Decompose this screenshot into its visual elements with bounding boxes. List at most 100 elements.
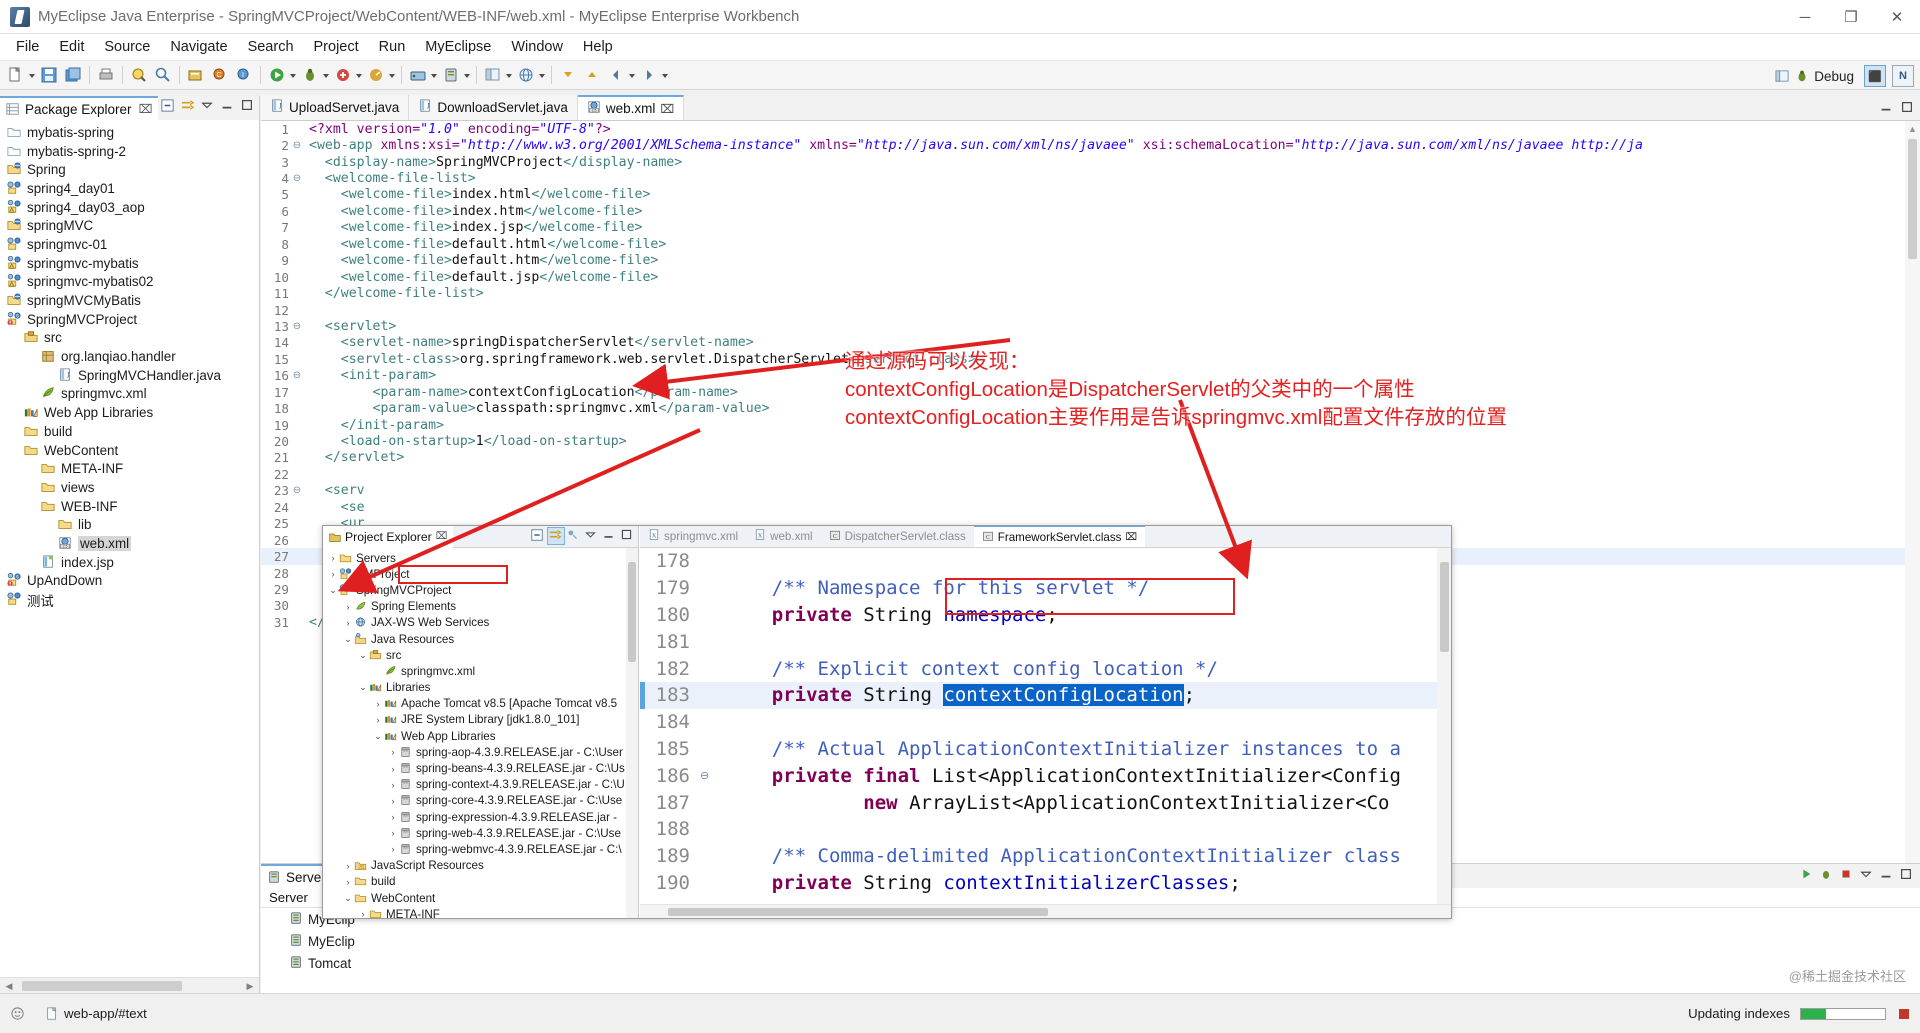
new-java-package-icon[interactable] xyxy=(185,64,207,86)
menu-file[interactable]: File xyxy=(6,36,49,58)
inner-tree-item-web-app-libraries[interactable]: ⌄ Web App Libraries xyxy=(323,728,626,744)
open-type-icon[interactable] xyxy=(128,64,150,86)
minimize-icon[interactable] xyxy=(1879,867,1896,884)
expand-arrow-icon[interactable]: › xyxy=(342,618,354,628)
focus-on-active-task-icon[interactable] xyxy=(566,528,582,544)
expand-arrow-icon[interactable]: › xyxy=(387,747,399,757)
browser-dropdown-icon[interactable] xyxy=(538,64,547,86)
expand-arrow-icon[interactable]: › xyxy=(342,602,354,612)
maximize-icon[interactable] xyxy=(1900,100,1917,117)
maximize-icon[interactable] xyxy=(1899,867,1916,884)
debug-dropdown-icon[interactable] xyxy=(322,64,331,86)
menu-help[interactable]: Help xyxy=(573,36,623,58)
tree-item-src[interactable]: src xyxy=(0,329,259,348)
scroll-thumb[interactable] xyxy=(22,981,182,991)
expand-arrow-icon[interactable]: › xyxy=(327,569,339,579)
back-dropdown-icon[interactable] xyxy=(628,64,637,86)
tree-item-mybatis-spring-2[interactable]: mybatis-spring-2 xyxy=(0,142,259,161)
tree-item-springmvc-01[interactable]: springmvc-01 xyxy=(0,235,259,254)
menu-project[interactable]: Project xyxy=(304,36,369,58)
maximize-icon[interactable] xyxy=(620,528,636,544)
menu-myeclipse[interactable]: MyEclipse xyxy=(415,36,501,58)
expand-arrow-icon[interactable]: ⌄ xyxy=(327,585,339,596)
editor-tab-uploadservet-java[interactable]: J UploadServet.java xyxy=(261,95,410,120)
inner-tree-item-spring-core-4-3-9-release-jar-c-use[interactable]: › spring-core-4.3.9.RELEASE.jar - C:\Use xyxy=(323,793,626,809)
package-explorer-hscrollbar[interactable]: ◀ ▶ xyxy=(0,977,259,993)
new-interface-icon[interactable]: I xyxy=(233,64,255,86)
expand-arrow-icon[interactable]: › xyxy=(387,812,399,822)
package-explorer-tree[interactable]: mybatis-spring mybatis-spring-2 Spring spri… xyxy=(0,120,259,971)
scroll-right-icon[interactable]: ▶ xyxy=(245,981,255,991)
inner-tree-item-libraries[interactable]: ⌄ Libraries xyxy=(323,680,626,696)
inner-tree-item-jre-system-library-jdk1-8-0-101[interactable]: › JRE System Library [jdk1.8.0_101] xyxy=(323,712,626,728)
link-with-editor-icon[interactable] xyxy=(180,98,197,115)
expand-arrow-icon[interactable]: ⌄ xyxy=(342,893,354,904)
collapse-all-icon[interactable] xyxy=(160,98,177,115)
inner-tree-item-spring-expression-4-3-9-release-jar[interactable]: › spring-expression-4.3.9.RELEASE.jar - xyxy=(323,809,626,825)
tree-item-springmvcmybatis[interactable]: springMVCMyBatis xyxy=(0,291,259,310)
inner-tree-item-webcontent[interactable]: ⌄ WebContent xyxy=(323,890,626,906)
debug-server-icon[interactable] xyxy=(1819,867,1836,884)
tree-item-springmvc-mybatis[interactable]: springmvc-mybatis xyxy=(0,254,259,273)
tree-item-springmvc-mybatis02[interactable]: springmvc-mybatis02 xyxy=(0,273,259,292)
perspective-java-enterprise[interactable]: ⬛ xyxy=(1864,65,1886,87)
inner-project-tree[interactable]: › Servers › SMProject ⌄ SpringMVCProject › Spri… xyxy=(323,548,626,918)
new-class-icon[interactable]: C xyxy=(209,64,231,86)
maximize-icon[interactable] xyxy=(240,98,257,115)
menu-source[interactable]: Source xyxy=(94,36,160,58)
external-tools-dropdown-icon[interactable] xyxy=(355,64,364,86)
expand-arrow-icon[interactable]: › xyxy=(357,909,369,918)
tree-item-build[interactable]: build xyxy=(0,422,259,441)
expand-arrow-icon[interactable]: › xyxy=(372,699,384,709)
scroll-thumb[interactable] xyxy=(628,562,636,662)
close-icon[interactable]: ⌧ xyxy=(139,102,153,116)
editor-tab-web-xml[interactable]: 2.5 web.xml ⌧ xyxy=(577,95,685,120)
view-menu-icon[interactable] xyxy=(584,528,600,544)
menu-edit[interactable]: Edit xyxy=(49,36,94,58)
scroll-thumb[interactable] xyxy=(1908,139,1917,259)
maximize-button[interactable]: ❐ xyxy=(1828,0,1874,34)
scroll-thumb[interactable] xyxy=(668,908,1048,916)
tree-item-upanddown[interactable]: 5 UpAndDown xyxy=(0,572,259,591)
inner-editor-tab-dispatcherservlet-class[interactable]: C DispatcherServlet.class xyxy=(820,526,974,547)
forward-dropdown-icon[interactable] xyxy=(661,64,670,86)
inner-tree-item-spring-webmvc-4-3-9-release-jar-c[interactable]: › spring-webmvc-4.3.9.RELEASE.jar - C:\ xyxy=(323,841,626,857)
menu-navigate[interactable]: Navigate xyxy=(160,36,237,58)
tree-item-springmvc[interactable]: springMVC xyxy=(0,216,259,235)
scroll-thumb[interactable] xyxy=(1440,562,1449,652)
tree-item-spring[interactable]: Spring xyxy=(0,160,259,179)
editor-tab-downloadservlet-java[interactable]: J DownloadServlet.java xyxy=(409,95,578,120)
new-icon[interactable] xyxy=(5,64,27,86)
server-row[interactable]: Tomcat xyxy=(261,952,1920,974)
fold-marker[interactable]: ⊖ xyxy=(291,321,303,332)
inner-tree-item-java-resources[interactable]: ⌄ Java Resources xyxy=(323,631,626,647)
java-source-content[interactable]: 178 179 /** Namespace for this servlet */… xyxy=(640,548,1437,904)
close-icon[interactable]: ⌧ xyxy=(436,531,448,542)
browser-icon[interactable] xyxy=(515,64,537,86)
debug-icon[interactable] xyxy=(299,64,321,86)
debug-perspective-button[interactable]: Debug xyxy=(1771,67,1858,86)
inner-tree-item-spring-context-4-3-9-release-jar-c-u[interactable]: › spring-context-4.3.9.RELEASE.jar - C:\U xyxy=(323,777,626,793)
deploy-dropdown-icon[interactable] xyxy=(430,64,439,86)
profile-dropdown-icon[interactable] xyxy=(388,64,397,86)
minimize-icon[interactable] xyxy=(220,98,237,115)
inner-tree-item-spring-aop-4-3-9-release-jar-c-user[interactable]: › spring-aop-4.3.9.RELEASE.jar - C:\User xyxy=(323,744,626,760)
editor-vscrollbar[interactable]: ▲ ▼ xyxy=(1905,121,1920,945)
deploy-icon[interactable] xyxy=(407,64,429,86)
inner-tree-item-springmvc-xml[interactable]: springmvc.xml xyxy=(323,663,626,679)
close-icon[interactable]: ⌧ xyxy=(1125,532,1137,543)
menu-search[interactable]: Search xyxy=(238,36,304,58)
stop-progress-icon[interactable] xyxy=(1896,1006,1912,1022)
server-row[interactable]: MyEclip xyxy=(261,930,1920,952)
tree-item-springmvc-xml[interactable]: springmvc.xml xyxy=(0,385,259,404)
expand-arrow-icon[interactable]: › xyxy=(387,844,399,854)
menu-window[interactable]: Window xyxy=(501,36,573,58)
fold-marker[interactable]: ⊖ xyxy=(291,370,303,381)
expand-arrow-icon[interactable]: ⌄ xyxy=(357,682,369,693)
inner-editor-hscrollbar[interactable] xyxy=(640,904,1451,918)
back-icon[interactable] xyxy=(605,64,627,86)
tree-item-web-inf[interactable]: WEB-INF xyxy=(0,497,259,516)
inner-tree-item-jax-ws-web-services[interactable]: › JAX-WS Web Services xyxy=(323,615,626,631)
previous-annotation-icon[interactable] xyxy=(581,64,603,86)
scroll-left-icon[interactable]: ◀ xyxy=(4,981,14,991)
